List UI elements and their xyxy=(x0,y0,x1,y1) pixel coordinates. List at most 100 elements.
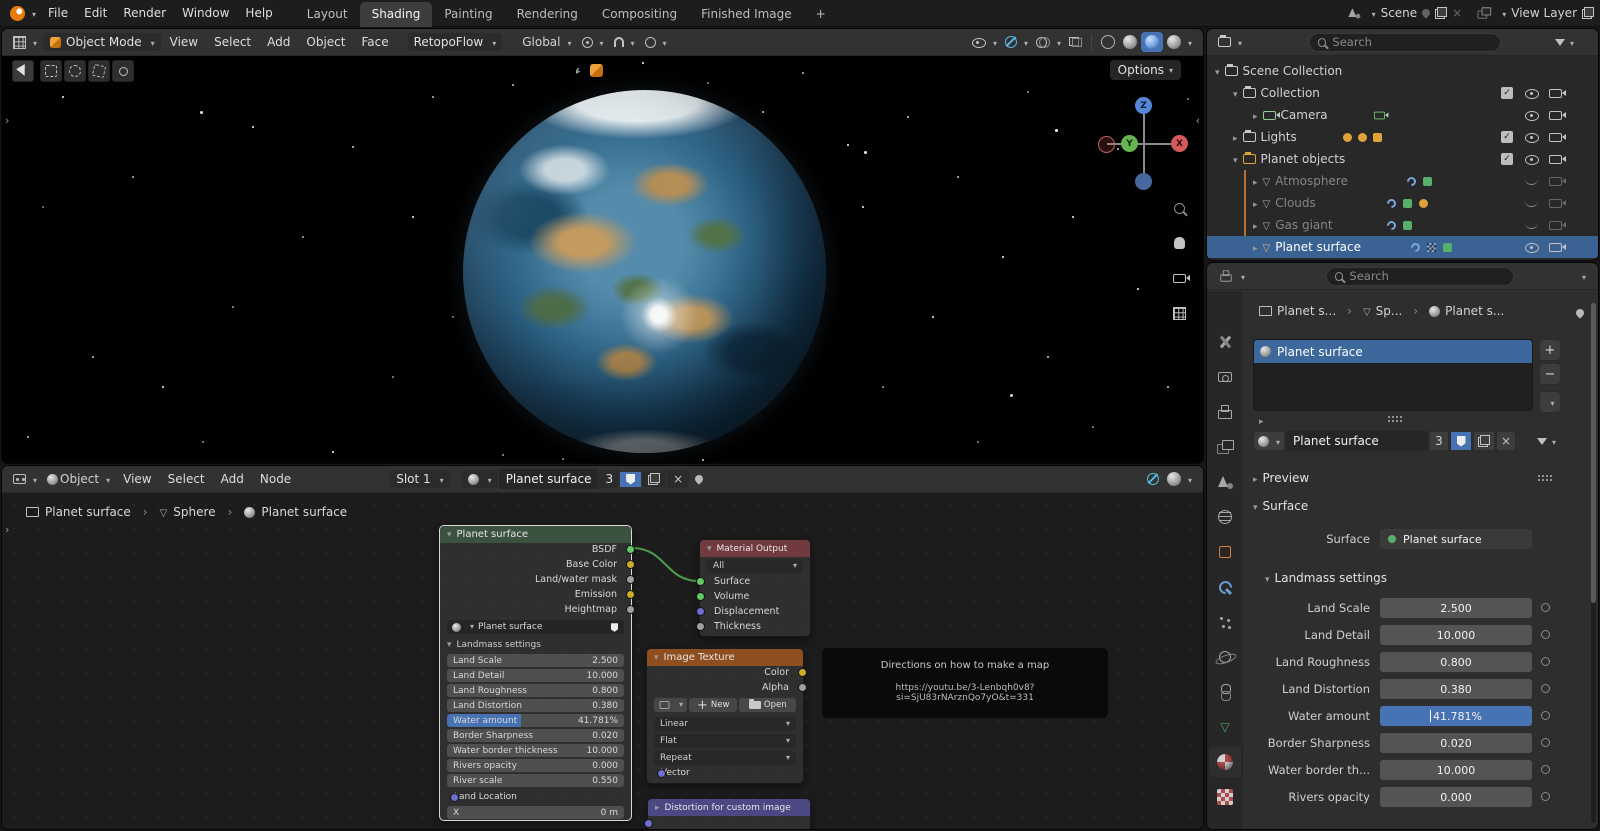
menu-add[interactable]: Add xyxy=(214,469,251,489)
socket-value[interactable] xyxy=(798,683,807,692)
param-land-roughness[interactable]: Land Roughness 0.800 xyxy=(447,684,624,697)
material-name-field[interactable]: Planet surface xyxy=(1286,431,1428,451)
disable-render-toggle[interactable] xyxy=(1549,110,1566,120)
pan-tool-button[interactable] xyxy=(1167,231,1191,255)
material-slot-list[interactable]: Planet surface xyxy=(1253,339,1533,411)
sidebar-collapse-arrow[interactable]: ‹ xyxy=(1196,114,1200,127)
outliner-row-gas-giant[interactable]: Gas giant xyxy=(1207,214,1598,236)
drag-grip[interactable] xyxy=(1537,474,1553,482)
axis-negative-x-handle[interactable] xyxy=(1098,136,1115,153)
param-land-scale[interactable]: Land Scale 2.500 xyxy=(447,654,624,667)
outliner-search[interactable] xyxy=(1309,32,1501,52)
outliner-row-lights[interactable]: Lights xyxy=(1207,126,1598,148)
socket-value[interactable] xyxy=(626,605,635,614)
shield-icon[interactable] xyxy=(610,622,619,632)
menu-file[interactable]: File xyxy=(40,3,76,23)
menu-edit[interactable]: Edit xyxy=(76,3,115,23)
node-material-output[interactable]: Material Output All Surface Volume Displ… xyxy=(696,539,811,637)
socket-value[interactable] xyxy=(626,575,635,584)
node-canvas[interactable]: Planet surface Sphere Planet surface › P… xyxy=(2,493,1203,829)
breadcrumb-object[interactable]: Planet s... xyxy=(1277,304,1336,318)
menu-window[interactable]: Window xyxy=(174,3,237,23)
param-border-sharpness[interactable]: Border Sharpness 0.020 xyxy=(447,729,624,742)
preview-panel-header[interactable]: Preview xyxy=(1253,468,1310,488)
param-rivers-opacity[interactable]: Rivers opacity 0.000 xyxy=(447,759,624,772)
hide-viewport-toggle[interactable] xyxy=(1525,153,1539,165)
outliner-row-planet-surface[interactable]: Planet surface xyxy=(1207,236,1598,258)
operator-panel-toggle[interactable] xyxy=(576,64,603,77)
show-gizmo-toggle[interactable] xyxy=(1001,33,1032,51)
outliner-row-scene-collection[interactable]: Scene Collection xyxy=(1207,60,1598,82)
properties-tab-output[interactable] xyxy=(1209,397,1241,427)
socket-value[interactable] xyxy=(644,828,653,829)
show-object-types-dropdown[interactable] xyxy=(968,33,1001,51)
search-input[interactable] xyxy=(1332,35,1492,49)
axis-z-handle[interactable]: Z xyxy=(1135,97,1152,114)
add-workspace-button[interactable]: + xyxy=(804,2,838,27)
view-layer-selector[interactable]: View Layer xyxy=(1476,5,1594,21)
land-scale-slider[interactable]: 2.500 xyxy=(1380,598,1532,618)
xray-toggle[interactable] xyxy=(1065,35,1086,49)
param-land-detail[interactable]: Land Detail 10.000 xyxy=(447,669,624,682)
editor-type-button[interactable] xyxy=(9,33,41,51)
expander-icon[interactable] xyxy=(1233,86,1243,100)
menu-view[interactable]: View xyxy=(163,32,205,52)
outliner-row-collection[interactable]: Collection xyxy=(1207,82,1598,104)
tab-shading[interactable]: Shading xyxy=(359,1,433,27)
menu-face[interactable]: Face xyxy=(354,32,395,52)
collapse-icon[interactable] xyxy=(447,529,457,540)
disable-render-toggle[interactable] xyxy=(1549,88,1566,98)
land-roughness-slider[interactable]: 0.800 xyxy=(1380,652,1532,672)
node-header[interactable]: Planet surface xyxy=(440,526,631,543)
hide-viewport-toggle[interactable] xyxy=(1525,178,1538,185)
fake-user-toggle[interactable] xyxy=(1450,431,1472,451)
note-frame[interactable]: Directions on how to make a map https://… xyxy=(822,648,1108,718)
hide-viewport-toggle[interactable] xyxy=(1525,241,1539,253)
resize-grip[interactable] xyxy=(1387,415,1403,423)
expander-icon[interactable] xyxy=(1253,196,1263,210)
disable-render-toggle[interactable] xyxy=(1549,220,1566,230)
axis-x-handle[interactable]: X xyxy=(1171,135,1188,152)
node-planet-surface-group[interactable]: Planet surface BSDF Base Color Land/wate… xyxy=(439,525,635,821)
material-slot-dropdown[interactable]: Slot 1 xyxy=(390,470,450,488)
border-sharpness-slider[interactable]: 0.020 xyxy=(1380,733,1532,753)
interpolation-dropdown[interactable]: Linear xyxy=(654,717,796,731)
param-water-amount[interactable]: Water amount 41.781% xyxy=(447,714,624,727)
node-header[interactable]: Distortion for custom image xyxy=(648,799,810,816)
copy-material-button[interactable] xyxy=(1473,431,1495,451)
filter-dropdown[interactable] xyxy=(1537,434,1556,448)
decorator-icon[interactable] xyxy=(1541,765,1550,774)
socket-shader[interactable] xyxy=(696,592,705,601)
rivers-opacity-slider[interactable]: 0.000 xyxy=(1380,787,1532,807)
socket-color[interactable] xyxy=(626,590,635,599)
properties-search[interactable] xyxy=(1326,266,1514,286)
socket-shader[interactable] xyxy=(696,577,705,586)
cursor-tool-button[interactable] xyxy=(112,60,134,82)
decorator-icon[interactable] xyxy=(1541,603,1550,612)
expander-icon[interactable] xyxy=(1215,64,1225,78)
tab-layout[interactable]: Layout xyxy=(295,2,360,27)
axis-y-handle[interactable]: Y xyxy=(1121,135,1138,152)
menu-render[interactable]: Render xyxy=(115,3,174,23)
properties-options-dropdown[interactable] xyxy=(1577,269,1586,283)
collapse-icon[interactable] xyxy=(655,803,665,813)
water-amount-field-editing[interactable]: 41.781% xyxy=(1380,706,1532,726)
scene-selector[interactable]: Scene xyxy=(1346,5,1463,21)
decorator-icon[interactable] xyxy=(1541,792,1550,801)
decorator-icon[interactable] xyxy=(1541,657,1550,666)
proportional-edit-toggle[interactable] xyxy=(641,33,671,51)
expander-icon[interactable] xyxy=(1253,174,1263,188)
toggle-orthographic-button[interactable] xyxy=(1167,301,1191,325)
outliner-row-clouds[interactable]: Clouds xyxy=(1207,192,1598,214)
collapse-icon[interactable] xyxy=(654,652,664,663)
decorator-icon[interactable] xyxy=(1541,630,1550,639)
fake-user-toggle[interactable] xyxy=(620,471,642,487)
landmass-panel-header[interactable]: Landmass settings xyxy=(1265,568,1387,588)
material-users-button[interactable]: 3 xyxy=(599,470,620,488)
viewport-canvas[interactable]: Options Z Y X › ‹ xyxy=(2,56,1203,463)
socket-color[interactable] xyxy=(798,668,807,677)
planet-object[interactable] xyxy=(463,90,826,453)
hide-viewport-toggle[interactable] xyxy=(1525,200,1538,207)
mode-dropdown[interactable]: Object Mode xyxy=(43,33,161,51)
properties-tab-scene[interactable] xyxy=(1209,467,1241,497)
